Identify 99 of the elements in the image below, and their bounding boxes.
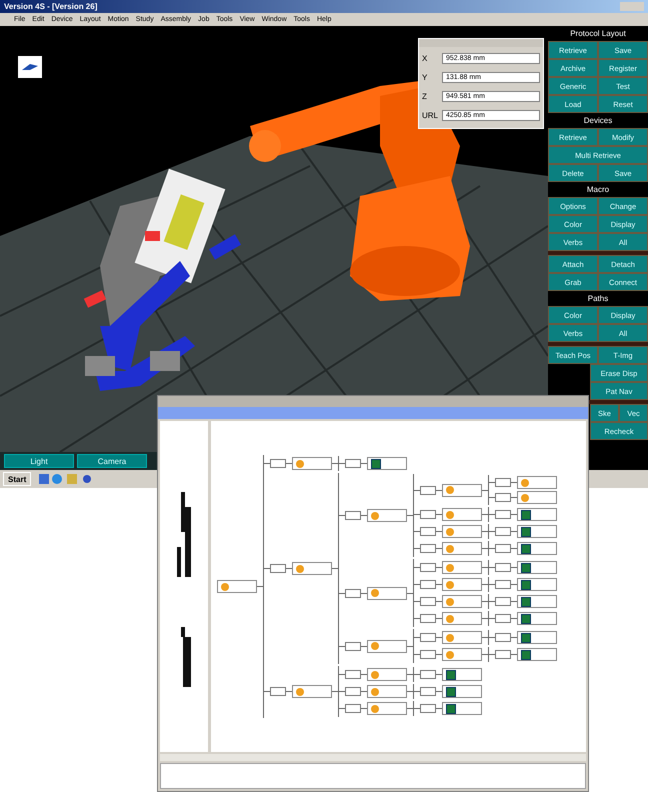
- operation-icon: [446, 486, 454, 494]
- operation-node[interactable]: [442, 631, 482, 644]
- link-box: [495, 510, 511, 519]
- operation-icon: [371, 589, 379, 597]
- axis-label: Y: [422, 73, 428, 82]
- link-box: [345, 588, 361, 598]
- operation-icon: [446, 614, 454, 622]
- resource-node[interactable]: [517, 578, 557, 591]
- operation-icon: [371, 670, 379, 678]
- link-box: [420, 687, 436, 696]
- link-box: [345, 511, 361, 520]
- operation-node[interactable]: [367, 702, 407, 715]
- operation-icon: [296, 688, 304, 696]
- link-box: [420, 580, 436, 589]
- resource-node[interactable]: [517, 525, 557, 538]
- operation-icon: [446, 598, 454, 606]
- logo-icon: [18, 56, 42, 78]
- operation-icon: [371, 688, 379, 696]
- resource-node[interactable]: [442, 702, 482, 715]
- link-box: [495, 650, 511, 659]
- link-box: [345, 642, 361, 650]
- link-box: [495, 478, 511, 487]
- operation-icon: [296, 564, 304, 572]
- link-box: [270, 459, 286, 468]
- operation-icon: [371, 642, 379, 650]
- link-box: [420, 650, 436, 659]
- operation-node[interactable]: [367, 685, 407, 698]
- resource-node[interactable]: [367, 457, 407, 470]
- window-title: Version 4S - [Version 26]: [4, 2, 98, 11]
- link-box: [420, 527, 436, 536]
- link-box: [345, 459, 361, 468]
- link-box: [495, 493, 511, 502]
- operation-node[interactable]: [217, 580, 257, 593]
- operation-icon: [446, 634, 454, 642]
- resource-node[interactable]: [517, 508, 557, 521]
- link-box: [420, 670, 436, 679]
- operation-node[interactable]: [367, 668, 407, 681]
- operation-icon: [371, 512, 379, 520]
- resource-node[interactable]: [517, 561, 557, 574]
- operation-node[interactable]: [442, 484, 482, 496]
- operation-icon: [446, 650, 454, 658]
- resource-node[interactable]: [517, 631, 557, 644]
- operation-node[interactable]: [292, 457, 332, 470]
- resource-node[interactable]: [517, 595, 557, 608]
- link-box: [495, 544, 511, 553]
- resource-node[interactable]: [442, 685, 482, 698]
- operation-node[interactable]: [517, 491, 557, 504]
- link-box: [420, 544, 436, 553]
- axis-label: URL: [422, 111, 438, 120]
- operation-icon: [446, 564, 454, 572]
- operation-node[interactable]: [442, 578, 482, 591]
- link-box: [345, 670, 361, 679]
- link-box: [345, 704, 361, 713]
- resource-icon: [371, 458, 381, 468]
- resource-node[interactable]: [517, 542, 557, 555]
- operation-node[interactable]: [367, 509, 407, 522]
- link-box: [495, 597, 511, 606]
- link-box: [420, 510, 436, 519]
- operation-node[interactable]: [292, 562, 332, 575]
- operation-icon: [221, 582, 229, 590]
- operation-node[interactable]: [517, 476, 557, 489]
- operation-node[interactable]: [442, 525, 482, 538]
- operation-icon: [446, 528, 454, 536]
- resource-node[interactable]: [517, 648, 557, 661]
- link-box: [495, 580, 511, 589]
- link-box: [270, 564, 286, 573]
- link-box: [495, 563, 511, 572]
- link-box: [495, 527, 511, 536]
- operation-icon: [296, 460, 304, 468]
- operation-node[interactable]: [292, 685, 332, 698]
- link-box: [495, 614, 511, 623]
- link-box: [345, 687, 361, 696]
- operation-node[interactable]: [442, 612, 482, 625]
- operation-node[interactable]: [442, 542, 482, 555]
- start-button[interactable]: Start: [3, 472, 32, 486]
- resource-node[interactable]: [517, 612, 557, 625]
- link-box: [420, 704, 436, 713]
- operation-node[interactable]: [442, 508, 482, 521]
- operation-node[interactable]: [367, 586, 407, 600]
- operation-icon: [371, 704, 379, 712]
- operation-node[interactable]: [442, 561, 482, 574]
- link-box: [420, 563, 436, 572]
- link-box: [420, 633, 436, 642]
- axis-label: Z: [422, 92, 428, 101]
- link-box: [420, 597, 436, 606]
- operation-icon: [446, 510, 454, 518]
- link-box: [270, 687, 286, 696]
- operation-node[interactable]: [442, 595, 482, 608]
- link-box: [420, 486, 436, 494]
- link-box: [495, 633, 511, 642]
- axis-label: X: [422, 54, 428, 63]
- operation-node[interactable]: [442, 648, 482, 661]
- toolbar-button[interactable]: Light: [4, 454, 74, 468]
- resource-node[interactable]: [442, 668, 482, 681]
- operation-node[interactable]: [367, 640, 407, 652]
- operation-icon: [446, 580, 454, 588]
- link-box: [420, 614, 436, 623]
- toolbar-button[interactable]: Camera: [77, 454, 147, 468]
- operation-icon: [446, 544, 454, 552]
